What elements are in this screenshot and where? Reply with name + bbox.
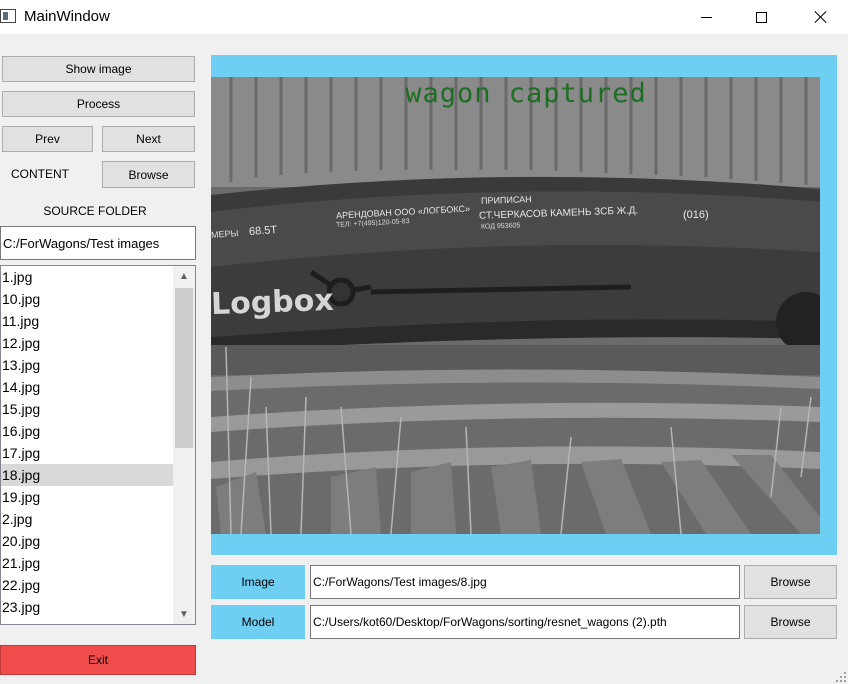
detection-caption: wagon captured: [405, 78, 647, 109]
list-item[interactable]: 23.jpg: [1, 596, 174, 618]
file-list-scrollbar[interactable]: ▲ ▼: [173, 266, 195, 624]
file-list-items: 1.jpg 10.jpg 11.jpg 12.jpg 13.jpg 14.jpg 15.jp…: [1, 266, 195, 618]
list-item[interactable]: 17.jpg: [1, 442, 174, 464]
list-item[interactable]: 12.jpg: [1, 332, 174, 354]
left-mark: МЕРЫ: [211, 228, 239, 240]
list-item[interactable]: 20.jpg: [1, 530, 174, 552]
image-viewer: Logbox 68.5T МЕРЫ АРЕНДОВАН ООО «ЛОГБОКС…: [211, 55, 837, 555]
resize-grip-icon[interactable]: [836, 672, 846, 682]
code-badge: (016): [683, 209, 709, 221]
chevron-down-icon[interactable]: ▼: [173, 604, 195, 624]
image-browse-button[interactable]: Browse: [744, 565, 837, 599]
list-item[interactable]: 13.jpg: [1, 354, 174, 376]
show-image-button[interactable]: Show image: [2, 56, 195, 82]
list-item[interactable]: 19.jpg: [1, 486, 174, 508]
minimize-icon: [700, 16, 712, 18]
close-button[interactable]: [798, 0, 844, 34]
wagon-photo: Logbox 68.5T МЕРЫ АРЕНДОВАН ООО «ЛОГБОКС…: [211, 77, 820, 534]
file-list[interactable]: 1.jpg 10.jpg 11.jpg 12.jpg 13.jpg 14.jpg 15.jp…: [0, 265, 196, 625]
capacity-mark: 68.5T: [248, 224, 278, 238]
image-path-field[interactable]: C:/ForWagons/Test images/8.jpg: [310, 565, 740, 599]
assigned-line-1: ПРИПИСАН: [480, 194, 532, 206]
title-bar: MainWindow: [0, 0, 848, 34]
model-label: Model: [211, 605, 305, 639]
image-label: Image: [211, 565, 305, 599]
list-item[interactable]: 11.jpg: [1, 310, 174, 332]
list-item[interactable]: 16.jpg: [1, 420, 174, 442]
model-browse-button[interactable]: Browse: [744, 605, 837, 639]
source-folder-label: SOURCE FOLDER: [43, 204, 147, 218]
maximize-icon: [755, 11, 767, 23]
list-item[interactable]: 18.jpg: [1, 464, 174, 486]
window-title: MainWindow: [24, 8, 110, 25]
process-button[interactable]: Process: [2, 91, 195, 117]
minimize-button[interactable]: [683, 0, 729, 34]
list-item[interactable]: 15.jpg: [1, 398, 174, 420]
next-button[interactable]: Next: [102, 126, 195, 152]
scrollbar-thumb[interactable]: [175, 288, 193, 448]
assigned-line-3: КОД 953605: [480, 222, 521, 231]
exit-button[interactable]: Exit: [0, 645, 196, 675]
prev-button[interactable]: Prev: [2, 126, 93, 152]
app-window-icon: [0, 9, 16, 23]
model-path-field[interactable]: C:/Users/kot60/Desktop/ForWagons/sorting…: [310, 605, 740, 639]
maximize-button[interactable]: [738, 0, 784, 34]
browse-content-button[interactable]: Browse: [102, 161, 195, 188]
list-item[interactable]: 22.jpg: [1, 574, 174, 596]
list-item[interactable]: 1.jpg: [1, 266, 174, 288]
list-item[interactable]: 2.jpg: [1, 508, 174, 530]
content-label: CONTENT: [11, 167, 69, 181]
close-icon: [814, 10, 828, 24]
logbox-brand-text: Logbox: [211, 282, 335, 323]
chevron-up-icon[interactable]: ▲: [173, 266, 195, 286]
list-item[interactable]: 21.jpg: [1, 552, 174, 574]
source-folder-field[interactable]: C:/ForWagons/Test images: [0, 226, 196, 260]
list-item[interactable]: 10.jpg: [1, 288, 174, 310]
list-item[interactable]: 14.jpg: [1, 376, 174, 398]
